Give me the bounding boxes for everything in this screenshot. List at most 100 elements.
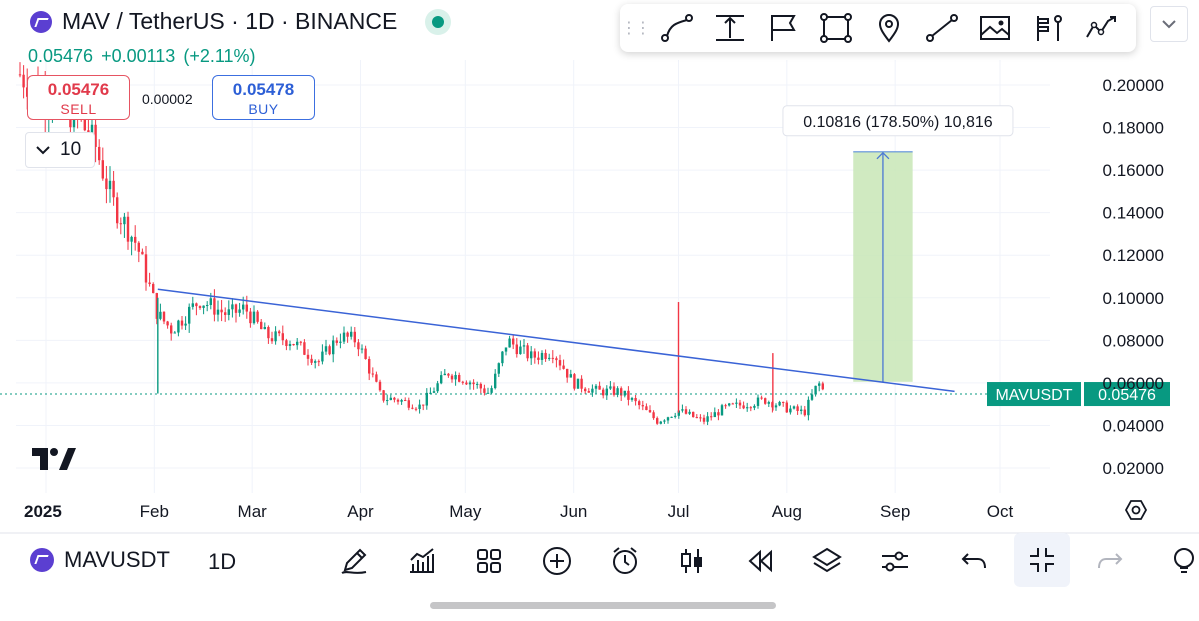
flag-icon[interactable]: [756, 8, 809, 48]
layers-icon[interactable]: [807, 541, 847, 581]
candle-body: [342, 332, 346, 342]
candle-body: [465, 382, 468, 385]
collapse-icon[interactable]: [1014, 533, 1070, 587]
candle-body: [170, 325, 173, 334]
candle-body: [296, 341, 299, 346]
y-tick-label: 0.08000: [1103, 331, 1164, 350]
candle-body: [472, 382, 475, 385]
pin-icon[interactable]: [862, 8, 915, 48]
candle-body: [468, 382, 472, 385]
candle-body: [594, 385, 598, 389]
symbol-name: MAVUSDT: [64, 547, 170, 572]
candle-body: [317, 361, 320, 363]
candle-body: [609, 386, 612, 389]
fib-icon[interactable]: [1021, 8, 1074, 48]
candle-body: [278, 331, 281, 334]
candle-body: [684, 409, 688, 414]
candle-body: [645, 406, 648, 411]
y-tick-label: 0.10000: [1103, 289, 1164, 308]
price-range-label: 0.10816 (178.50%) 10,816: [803, 114, 993, 131]
candle-body: [598, 385, 601, 390]
candle-body: [130, 236, 133, 242]
candle-body: [756, 397, 760, 406]
candle-body: [710, 416, 713, 418]
image-icon[interactable]: [968, 8, 1021, 48]
candle-body: [242, 304, 245, 310]
alert-icon[interactable]: [605, 541, 645, 581]
candle-body: [353, 331, 356, 343]
candle-body: [483, 388, 486, 393]
candle-body: [580, 378, 583, 389]
candle-body: [440, 375, 443, 384]
candle-body: [497, 363, 500, 374]
candle-body: [375, 374, 378, 382]
candle-body: [159, 311, 162, 319]
candle-body: [720, 405, 724, 416]
candle-body: [501, 351, 504, 364]
candle-body: [321, 351, 324, 362]
candle-body: [252, 311, 256, 324]
quantity-dropdown[interactable]: 10: [25, 132, 95, 168]
candle-body: [256, 311, 259, 322]
undo-icon[interactable]: [954, 541, 994, 581]
indicators-icon[interactable]: [402, 541, 442, 581]
candle-body: [234, 304, 238, 313]
pencil-icon[interactable]: [334, 541, 374, 581]
trendline-icon[interactable]: [650, 8, 703, 48]
candle-body: [292, 344, 295, 346]
candle-body: [134, 236, 137, 243]
candle-body: [558, 360, 562, 366]
layout-icon[interactable]: [469, 541, 509, 581]
chart-type-dropdown[interactable]: [1150, 6, 1188, 42]
symbol-selector[interactable]: MAVUSDT: [30, 547, 170, 573]
candles-icon[interactable]: [672, 541, 712, 581]
candle-body: [202, 305, 205, 308]
candle-body: [335, 340, 338, 343]
candle-body: [220, 309, 223, 313]
candle-body: [807, 399, 810, 416]
candle-body: [195, 303, 198, 307]
buy-button[interactable]: 0.05478 BUY: [212, 75, 315, 120]
candle-body: [814, 385, 817, 395]
candle-body: [198, 306, 202, 308]
candle-body: [774, 405, 778, 408]
candle-body: [324, 346, 328, 352]
candle-body: [821, 383, 824, 390]
candle-body: [270, 338, 274, 342]
x-tick-label: May: [449, 502, 482, 521]
candle-body: [285, 340, 288, 346]
candle-body: [656, 418, 659, 424]
interval-selector[interactable]: 1D: [208, 549, 236, 575]
candle-body: [688, 411, 691, 414]
redo-icon[interactable]: [1090, 541, 1130, 581]
candle-body: [216, 309, 220, 315]
candle-body: [566, 368, 569, 378]
rectangle-icon[interactable]: [809, 8, 862, 48]
drag-handle-icon[interactable]: ⋮⋮: [620, 18, 651, 38]
candle-body: [695, 417, 698, 419]
candle-body: [717, 412, 720, 416]
candle-body: [742, 405, 745, 409]
candle-body: [123, 216, 126, 225]
candle-body: [274, 331, 277, 342]
idea-icon[interactable]: [1168, 541, 1199, 581]
candle-body: [378, 381, 382, 391]
axis-settings-icon[interactable]: [1124, 500, 1148, 520]
measure-icon[interactable]: [703, 8, 756, 48]
line-icon[interactable]: [915, 8, 968, 48]
candle-body: [404, 400, 407, 402]
chevron-down-icon: [36, 146, 50, 155]
replay-icon[interactable]: [740, 541, 780, 581]
candle-body: [281, 333, 284, 341]
chevron-down-icon: [1162, 20, 1176, 29]
add-icon[interactable]: [537, 541, 577, 581]
sell-button[interactable]: 0.05476 SELL: [27, 75, 130, 120]
candle-body: [796, 406, 799, 411]
candle-body: [177, 320, 180, 333]
path-icon[interactable]: [1074, 8, 1127, 48]
candle-body: [764, 398, 767, 404]
candle-body: [368, 359, 371, 374]
candle-body: [724, 405, 727, 407]
settings-icon[interactable]: [875, 541, 915, 581]
candle-body: [800, 409, 803, 411]
